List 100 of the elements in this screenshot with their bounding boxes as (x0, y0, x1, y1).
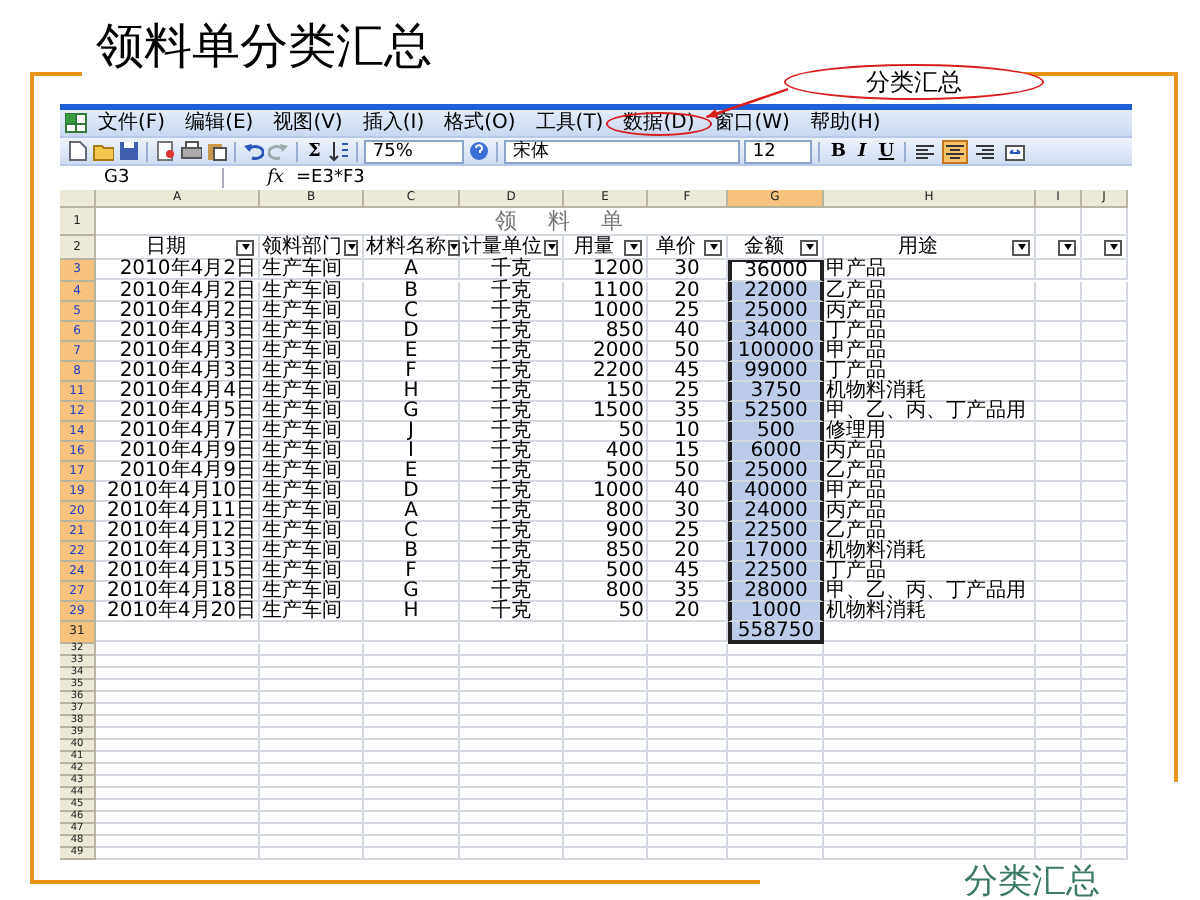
table-cell: 千克 (460, 542, 564, 562)
table-cell: 千克 (460, 382, 564, 402)
bold-button[interactable]: B (826, 141, 850, 161)
table-cell: 1000 (728, 602, 824, 622)
menu-item[interactable]: 帮助(H) (799, 111, 891, 135)
menu-item[interactable]: 文件(F) (88, 111, 176, 135)
table-cell: 生产车间 (260, 602, 364, 622)
table-cell (1082, 322, 1128, 342)
filter-dropdown-button[interactable] (704, 239, 722, 255)
menu-item[interactable]: 视图(V) (263, 111, 353, 135)
table-cell (1082, 562, 1128, 582)
filter-dropdown-button[interactable] (1104, 239, 1122, 255)
table-cell: 2010年4月2日 (96, 282, 260, 302)
table-cell: 丙产品 (824, 442, 1036, 462)
table-cell: 1000 (564, 482, 648, 502)
table-cell (1036, 502, 1082, 522)
menu-item[interactable]: 插入(I) (352, 111, 435, 135)
table-cell (1082, 622, 1128, 642)
table-cell (1082, 302, 1128, 322)
undo-icon[interactable] (242, 140, 264, 162)
table-cell (1082, 382, 1128, 402)
autosum-button[interactable]: Σ (304, 141, 325, 161)
align-center-icon[interactable] (944, 141, 967, 161)
align-left-icon[interactable] (914, 141, 937, 161)
table-cell: 2000 (564, 342, 648, 362)
merge-cells-icon[interactable] (1004, 141, 1027, 161)
menu-item[interactable]: 编辑(E) (175, 111, 264, 135)
table-cell: J (364, 422, 460, 442)
name-box[interactable]: G3 (60, 168, 224, 188)
table-cell: 生产车间 (260, 502, 364, 522)
table-cell (1082, 582, 1128, 602)
table-cell: 900 (564, 522, 648, 542)
table-cell: 千克 (460, 462, 564, 482)
table-cell (1036, 522, 1082, 542)
filter-dropdown-button[interactable] (344, 239, 358, 255)
table-cell: 生产车间 (260, 582, 364, 602)
table-cell: 乙产品 (824, 462, 1036, 482)
filter-dropdown-button[interactable] (800, 239, 818, 255)
table-cell: H (364, 382, 460, 402)
table-cell: 2010年4月18日 (96, 582, 260, 602)
table-cell: 生产车间 (260, 342, 364, 362)
spreadsheet-icon[interactable] (64, 112, 88, 134)
table-cell: 25000 (728, 302, 824, 322)
table-cell (260, 622, 364, 642)
table-cell: 22500 (728, 522, 824, 542)
table-cell (1036, 482, 1082, 502)
filter-dropdown-button[interactable] (1012, 239, 1030, 255)
table-cell: 2010年4月3日 (96, 342, 260, 362)
table-cell: 生产车间 (260, 402, 364, 422)
table-cell: 52500 (728, 402, 824, 422)
paste-icon[interactable] (206, 140, 228, 162)
table-cell: 丙产品 (824, 302, 1036, 322)
sort-ascending-icon[interactable] (328, 140, 351, 162)
table-cell: F (364, 562, 460, 582)
table-cell: 千克 (460, 302, 564, 322)
table-cell: 500 (564, 562, 648, 582)
font-size-field[interactable]: 12 (744, 139, 813, 163)
table-cell: 6000 (728, 442, 824, 462)
formula-field[interactable]: =E3*F3 (296, 168, 365, 188)
table-cell (1082, 502, 1128, 522)
filter-dropdown-button[interactable] (544, 239, 558, 255)
filter-dropdown-button[interactable] (1058, 239, 1076, 255)
table-cell: 800 (564, 502, 648, 522)
table-cell: 丁产品 (824, 362, 1036, 382)
print-icon[interactable] (180, 140, 202, 162)
table-cell: 2010年4月7日 (96, 422, 260, 442)
table-cell: C (364, 302, 460, 322)
save-icon[interactable] (118, 140, 140, 162)
filter-dropdown-button[interactable] (236, 239, 254, 255)
filter-dropdown-button[interactable] (448, 239, 460, 255)
table-cell (1082, 402, 1128, 422)
table-cell (1036, 362, 1082, 382)
permission-icon[interactable] (154, 140, 176, 162)
filter-dropdown-button[interactable] (624, 239, 642, 255)
table-cell (1036, 602, 1082, 622)
table-cell: 生产车间 (260, 260, 364, 280)
table-cell: 2010年4月11日 (96, 502, 260, 522)
table-cell: 50 (564, 422, 648, 442)
table-cell: 850 (564, 542, 648, 562)
table-cell: 99000 (728, 362, 824, 382)
table-cell: 甲产品 (824, 260, 1036, 280)
table-cell (1036, 402, 1082, 422)
column-heading: 日期 (144, 236, 188, 258)
table-cell: 40000 (728, 482, 824, 502)
help-icon[interactable] (468, 140, 491, 162)
italic-button[interactable]: I (853, 141, 871, 161)
table-cell (1082, 422, 1128, 442)
table-cell (1036, 422, 1082, 442)
table-cell: 2200 (564, 362, 648, 382)
font-name-field[interactable]: 宋体 (504, 139, 741, 163)
zoom-field[interactable]: 75% (364, 139, 465, 163)
table-cell: 3750 (728, 382, 824, 402)
underline-button[interactable]: U (874, 141, 899, 161)
menu-item[interactable]: 格式(O) (434, 111, 526, 135)
table-cell (1082, 442, 1128, 462)
table-cell: 1500 (564, 402, 648, 422)
align-right-icon[interactable] (974, 141, 997, 161)
table-cell: 千克 (460, 322, 564, 342)
table-cell: B (364, 282, 460, 302)
function-button[interactable]: fx (224, 168, 296, 188)
